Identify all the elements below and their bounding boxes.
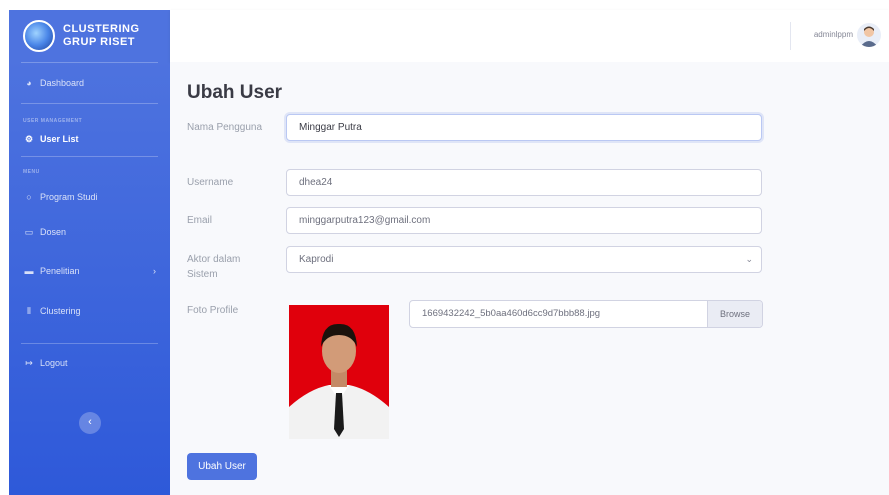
role-select[interactable]: Kaprodi ⌄ [286,246,762,273]
folder-icon: ▬ [24,266,34,276]
username-field[interactable]: dhea24 [286,169,762,196]
topbar: adminlppm [170,10,889,62]
book-icon: ▭ [24,226,34,237]
email-label: Email [187,215,213,226]
profile-photo [289,305,389,439]
main-content: Ubah User Nama Pengguna Minggar Putra Us… [170,62,889,495]
sidebar-item-label: Dashboard [40,78,85,88]
page-title: Ubah User [187,82,283,103]
name-label: Nama Pengguna [187,122,263,133]
sidebar-heading-user-management: USER MANAGEMENT [23,118,83,124]
file-input[interactable]: 1669432242_5b0aa460d6cc9d7bbb88.jpg Brow… [409,300,763,328]
sidebar-item-user-list[interactable]: ⚙ User List [9,128,170,150]
sidebar-item-label: Dosen [40,227,67,237]
sidebar-item-dosen[interactable]: ▭ Dosen [9,213,170,251]
circle-icon: ○ [26,192,32,202]
submit-button[interactable]: Ubah User [187,453,257,480]
user-name[interactable]: adminlppm [814,30,853,39]
sidebar-item-label: Logout [40,358,68,368]
brand-text: CLUSTERING GRUP RISET [63,23,140,49]
sidebar-toggle-button[interactable]: ‹ [79,412,101,434]
user-avatar-icon [860,26,878,47]
role-label: Aktor dalam Sistem [187,254,241,280]
logout-icon: ↦ [25,357,33,368]
photo-label: Foto Profile [187,305,239,316]
chevron-down-icon: ⌄ [745,254,753,264]
sidebar-item-label: Penelitian [40,266,80,276]
sidebar-heading-menu: MENU [23,169,40,175]
browse-button[interactable]: Browse [707,301,762,327]
chart-icon: ⦀ [27,305,31,316]
avatar[interactable] [857,23,881,47]
dashboard-icon: ◕ [26,78,32,88]
username-label: Username [187,177,234,188]
sidebar-item-label: User List [40,134,79,144]
role-select-value: Kaprodi [299,254,334,265]
brand-logo [23,20,55,52]
sidebar-item-label: Program Studi [40,192,98,202]
brand-line-2: GRUP RISET [63,36,136,48]
profile-photo-image [289,305,389,439]
sidebar: CLUSTERING GRUP RISET ◕ Dashboard USER M… [9,10,170,495]
gear-icon: ⚙ [24,133,34,144]
sidebar-item-penelitian[interactable]: ▬ Penelitian › [9,251,170,291]
brand-line-1: CLUSTERING [63,23,140,35]
sidebar-item-program-studi[interactable]: ○ Program Studi [9,181,170,213]
sidebar-item-dashboard[interactable]: ◕ Dashboard [9,63,170,103]
file-name: 1669432242_5b0aa460d6cc9d7bbb88.jpg [422,308,601,319]
chevron-right-icon: › [153,266,156,276]
sidebar-item-logout[interactable]: ↦ Logout [9,344,170,382]
sidebar-item-label: Clustering [40,306,81,316]
email-field[interactable]: minggarputra123@gmail.com [286,207,762,234]
sidebar-brand[interactable]: CLUSTERING GRUP RISET [9,10,170,62]
name-field[interactable]: Minggar Putra [286,114,762,141]
topbar-divider [790,22,791,50]
sidebar-item-clustering[interactable]: ⦀ Clustering [9,291,170,331]
